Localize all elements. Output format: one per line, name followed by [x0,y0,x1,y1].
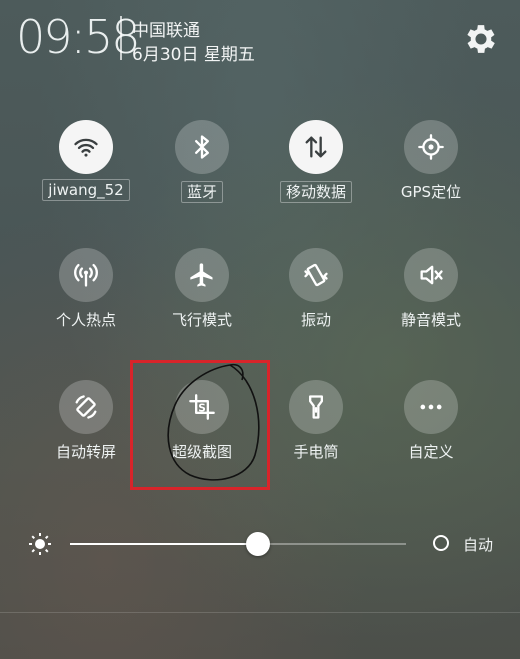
tile-label: 自定义 [373,441,489,462]
flashlight-icon[interactable] [289,380,343,434]
auto-rotate-icon[interactable] [59,380,113,434]
gps-icon[interactable] [404,120,458,174]
tile-label-text: 蓝牙 [180,181,223,203]
tile-label: 手电筒 [258,441,374,462]
brightness-slider-knob[interactable] [246,532,271,556]
hotspot-icon[interactable] [59,248,113,302]
tile-label: 飞行模式 [144,309,260,330]
date: 6月30日 星期五 [132,45,255,65]
quick-tile-more[interactable]: 自定义 [373,380,489,490]
brightness-sun-icon [29,533,51,555]
gear-icon [467,25,495,53]
quick-tile-wifi[interactable]: jiwang_52 [28,120,144,230]
tile-label: 振动 [258,309,374,330]
tile-label-text: 振动 [300,311,331,329]
divider [120,16,122,60]
auto-brightness-label: 自动 [463,536,494,554]
tile-label: 蓝牙 [144,181,260,203]
tile-label-text: 飞行模式 [171,311,232,329]
carrier-name: 中国联通 [132,21,200,41]
tile-label-text: 移动数据 [279,181,352,203]
settings-gear-icon[interactable] [462,20,500,58]
brightness-slider[interactable] [70,532,406,556]
quick-tile-airplane[interactable]: 飞行模式 [144,248,260,358]
tile-label: jiwang_52 [28,179,144,201]
tile-label-text: 自动转屏 [55,443,116,461]
tile-label: 移动数据 [258,181,374,203]
airplane-icon[interactable] [175,248,229,302]
quick-tile-flashlight[interactable]: 手电筒 [258,380,374,490]
brightness-row: 自动 [0,520,520,570]
tile-label-text: 手电筒 [293,443,339,461]
more-icon[interactable] [404,380,458,434]
tile-label-text: jiwang_52 [42,179,130,201]
tile-label: 个人热点 [28,309,144,330]
brightness-fill [70,543,259,545]
quick-tile-vibrate[interactable]: 振动 [258,248,374,358]
quick-tile-mobile-data[interactable]: 移动数据 [258,120,374,230]
status-bar: 09:58 中国联通 6月30日 星期五 [0,0,520,80]
handwritten-circle [167,363,260,481]
quick-tile-bluetooth[interactable]: 蓝牙 [144,120,260,230]
quick-tile-auto-rotate[interactable]: 自动转屏 [28,380,144,490]
bottom-divider [0,612,520,613]
mute-icon[interactable] [404,248,458,302]
quick-tile-mute[interactable]: 静音模式 [373,248,489,358]
vibrate-icon[interactable] [289,248,343,302]
mobile-data-icon[interactable] [289,120,343,174]
tile-label-text: 静音模式 [400,311,461,329]
auto-brightness-radio[interactable] [433,535,449,551]
wifi-icon[interactable] [59,120,113,174]
bluetooth-icon[interactable] [175,120,229,174]
tile-label-text: 自定义 [408,443,454,461]
tile-label-text: 个人热点 [55,311,116,329]
tile-label: GPS定位 [373,181,489,202]
tile-label-text: GPS定位 [400,183,462,201]
tile-label: 静音模式 [373,309,489,330]
tile-label: 自动转屏 [28,441,144,462]
quick-tile-hotspot[interactable]: 个人热点 [28,248,144,358]
quick-tile-gps[interactable]: GPS定位 [373,120,489,230]
